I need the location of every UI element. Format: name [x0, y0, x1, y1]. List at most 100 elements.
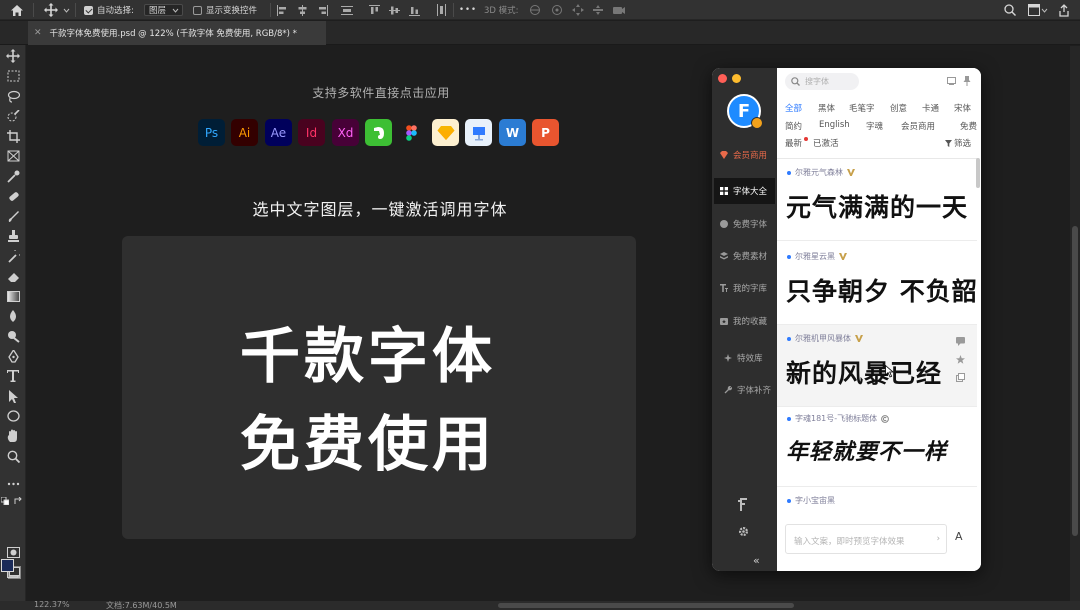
- vertical-scrollbar-thumb[interactable]: [1072, 226, 1078, 536]
- ellipse-tool-icon[interactable]: [4, 407, 22, 425]
- zoom-tool-icon[interactable]: [4, 447, 22, 465]
- font-list-item[interactable]: 字魂181号-飞驰标题体 年轻就要不一样: [777, 405, 977, 487]
- filter-button[interactable]: 筛选: [945, 137, 971, 149]
- preview-text-input[interactable]: 输入文案，即时预览字体效果 ›: [785, 524, 947, 554]
- more-tools-icon[interactable]: [4, 475, 22, 493]
- nav-item-material[interactable]: 免费素材: [714, 243, 775, 269]
- gradient-tool-icon[interactable]: [4, 287, 22, 305]
- auto-select-checkbox[interactable]: [84, 5, 93, 15]
- quick-selection-tool-icon[interactable]: [4, 107, 22, 125]
- font-list-item[interactable]: 尔雅星云黑只争朝夕 不负韶华: [777, 243, 977, 325]
- illustrator-icon[interactable]: Ai: [231, 119, 258, 146]
- photoshop-icon[interactable]: Ps: [198, 119, 225, 146]
- default-colors-icon[interactable]: [1, 497, 9, 505]
- nav-item-my-fonts[interactable]: 我的字库: [714, 275, 775, 301]
- category-filter[interactable]: English: [819, 120, 850, 130]
- more-options-button[interactable]: •••: [459, 3, 477, 17]
- type-tool-icon[interactable]: [4, 367, 22, 385]
- clone-stamp-tool-icon[interactable]: [4, 227, 22, 245]
- document-tab[interactable]: ✕ 千款字体免费使用.psd @ 122% (千款字体 免费使用, RGB/8*…: [28, 21, 326, 45]
- filter-latest[interactable]: 最新: [785, 137, 802, 149]
- font-size-a-button[interactable]: A: [955, 530, 963, 543]
- window-close-button[interactable]: [718, 74, 727, 83]
- plugin-logo-small-icon[interactable]: [738, 498, 748, 514]
- hand-tool-icon[interactable]: [4, 427, 22, 445]
- category-filter[interactable]: 毛笔字: [849, 102, 875, 114]
- align-top-icon[interactable]: [369, 4, 380, 16]
- 3d-camera-icon[interactable]: [612, 4, 626, 16]
- crop-tool-icon[interactable]: [4, 127, 22, 145]
- move-tool-icon[interactable]: [4, 47, 22, 65]
- copy-icon[interactable]: [956, 373, 965, 382]
- pin-icon[interactable]: [963, 76, 971, 89]
- move-tool-icon[interactable]: [44, 3, 58, 17]
- 3d-pan-icon[interactable]: [572, 4, 584, 16]
- show-transform-control[interactable]: 显示变换控件: [193, 3, 257, 17]
- font-list-item[interactable]: 尔雅机甲风暴体 新的风暴已经: [777, 325, 977, 407]
- workspace-icon[interactable]: [1028, 3, 1040, 17]
- nav-item-wrench[interactable]: 字体补齐: [714, 377, 775, 403]
- lasso-tool-icon[interactable]: [4, 87, 22, 105]
- after-effects-icon[interactable]: Ae: [265, 119, 292, 146]
- category-filter[interactable]: 卡通: [922, 102, 939, 114]
- powerpoint-icon[interactable]: P: [532, 119, 559, 146]
- category-filter[interactable]: 免费: [960, 120, 977, 132]
- category-filter[interactable]: 会员商用: [901, 120, 935, 132]
- eraser-tool-icon[interactable]: [4, 267, 22, 285]
- auto-select-control[interactable]: 自动选择:: [84, 3, 134, 17]
- frame-tool-icon[interactable]: [4, 147, 22, 165]
- path-selection-tool-icon[interactable]: [4, 387, 22, 405]
- category-filter[interactable]: 创意: [890, 102, 907, 114]
- share-icon[interactable]: [1058, 3, 1070, 17]
- align-bottom-icon[interactable]: [409, 5, 420, 16]
- tool-preset-chevron-icon[interactable]: [63, 3, 70, 17]
- show-transform-checkbox[interactable]: [193, 5, 202, 15]
- font-list-item[interactable]: 尔雅元气森林 元气满满的一天: [777, 159, 977, 241]
- dodge-tool-icon[interactable]: [4, 327, 22, 345]
- category-filter[interactable]: 简约: [785, 120, 802, 132]
- 3d-slide-icon[interactable]: [592, 4, 604, 16]
- font-list-scrollbar-thumb[interactable]: [976, 158, 980, 188]
- keynote-icon[interactable]: [465, 119, 492, 146]
- window-minimize-button[interactable]: [732, 74, 741, 83]
- blur-tool-icon[interactable]: [4, 307, 22, 325]
- distribute-vertical-icon[interactable]: [436, 3, 447, 17]
- workspace-chevron-icon[interactable]: [1041, 3, 1048, 17]
- nav-item-grid[interactable]: 字体大全: [714, 178, 775, 204]
- font-list-item[interactable]: 字小宝宙黑: [777, 487, 977, 506]
- align-vertical-center-icon[interactable]: [389, 5, 400, 16]
- 3d-roll-icon[interactable]: [550, 4, 564, 16]
- nav-item-effects[interactable]: 特效库: [714, 345, 775, 371]
- pen-tool-icon[interactable]: [4, 347, 22, 365]
- foreground-color-swatch[interactable]: [1, 559, 14, 572]
- filter-activated[interactable]: 已激活: [813, 137, 839, 149]
- nav-item-favorites[interactable]: 我的收藏: [714, 308, 775, 334]
- 3d-rotate-icon[interactable]: [528, 4, 542, 16]
- horizontal-scrollbar-thumb[interactable]: [498, 603, 794, 608]
- nav-item-free[interactable]: 免费字体: [714, 211, 775, 237]
- history-brush-tool-icon[interactable]: [4, 247, 22, 265]
- font-search-input[interactable]: 搜字体: [785, 73, 859, 90]
- collapse-sidebar-button[interactable]: «: [753, 554, 760, 567]
- favorite-star-icon[interactable]: [956, 355, 965, 364]
- align-left-icon[interactable]: [277, 4, 288, 16]
- preview-window-icon[interactable]: [947, 77, 956, 88]
- brush-tool-icon[interactable]: [4, 207, 22, 225]
- category-filter[interactable]: 字魂: [866, 120, 883, 132]
- distribute-icon[interactable]: [341, 3, 353, 17]
- category-filter[interactable]: 宋体: [954, 102, 971, 114]
- swap-colors-icon[interactable]: [14, 497, 23, 505]
- indesign-icon[interactable]: Id: [298, 119, 325, 146]
- auto-select-dropdown[interactable]: 图层: [144, 3, 184, 17]
- category-filter[interactable]: 黑体: [818, 102, 835, 114]
- category-filter[interactable]: 全部: [785, 102, 802, 114]
- font-list[interactable]: 尔雅元气森林元气满满的一天尔雅星云黑只争朝夕 不负韶华尔雅机甲风暴体新的风暴已经…: [777, 158, 977, 506]
- align-right-icon[interactable]: [317, 4, 328, 16]
- zoom-level[interactable]: 122.37%: [34, 601, 70, 609]
- vertical-scrollbar[interactable]: [1070, 46, 1080, 601]
- figma-icon[interactable]: [398, 119, 425, 146]
- settings-gear-icon[interactable]: [738, 526, 749, 540]
- home-icon[interactable]: [10, 3, 24, 17]
- eyedropper-tool-icon[interactable]: [4, 167, 22, 185]
- search-icon[interactable]: [1004, 3, 1016, 17]
